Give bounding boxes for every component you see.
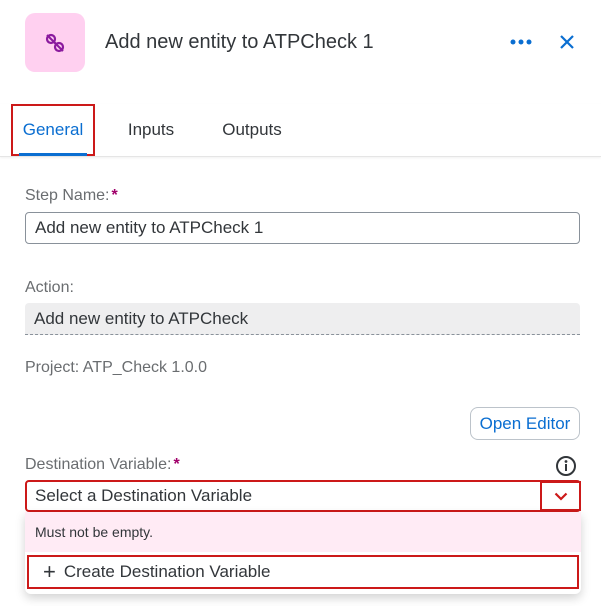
open-editor-button[interactable]: Open Editor	[470, 407, 580, 440]
create-destination-variable-label: Create Destination Variable	[63, 562, 271, 581]
more-options-icon	[510, 39, 532, 45]
tab-inputs[interactable]: Inputs	[118, 104, 184, 156]
tab-inputs-label: Inputs	[127, 120, 175, 139]
dialog-header: Add new entity to ATPCheck 1	[0, 0, 601, 88]
project-info: Project: ATP_Check 1.0.0	[25, 359, 208, 376]
dialog-title: Add new entity to ATPCheck 1	[105, 31, 374, 53]
plus-icon: +	[43, 559, 56, 584]
close-button[interactable]	[552, 28, 582, 56]
step-name-label: Step Name: *	[25, 187, 118, 204]
tab-outputs-label: Outputs	[222, 120, 282, 139]
tab-general-label: General	[22, 120, 84, 139]
required-marker: *	[173, 456, 180, 473]
chevron-down-icon	[554, 492, 567, 501]
destination-dropdown-popover: Must not be empty. + Create Destination …	[25, 512, 581, 594]
tab-general[interactable]: General	[11, 104, 95, 156]
tab-bar: General Inputs Outputs	[0, 104, 601, 157]
destination-variable-select[interactable]: Select a Destination Variable	[25, 480, 581, 512]
close-icon	[560, 35, 574, 49]
dropdown-toggle[interactable]	[540, 481, 581, 511]
more-options-button[interactable]	[505, 28, 537, 56]
required-marker: *	[111, 187, 118, 204]
active-tab-indicator	[19, 153, 87, 156]
action-label: Action:	[25, 279, 74, 296]
create-destination-variable-item[interactable]: + Create Destination Variable	[27, 555, 579, 589]
validation-error-message: Must not be empty.	[25, 512, 581, 552]
step-name-input[interactable]: Add new entity to ATPCheck 1	[25, 212, 580, 244]
destination-variable-label: Destination Variable: *	[25, 456, 180, 473]
tab-outputs[interactable]: Outputs	[212, 104, 292, 156]
entity-link-icon	[25, 13, 85, 72]
action-field: Add new entity to ATPCheck	[25, 303, 580, 335]
info-icon[interactable]	[555, 455, 577, 477]
